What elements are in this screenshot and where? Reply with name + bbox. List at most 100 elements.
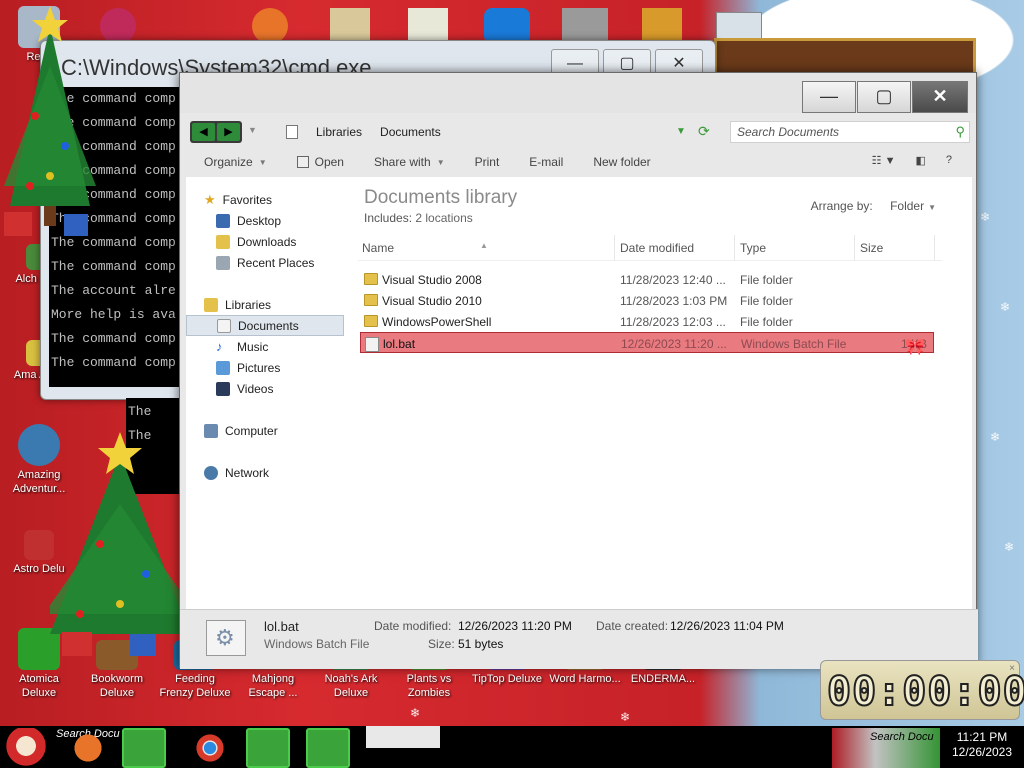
firefox-icon[interactable]	[66, 728, 110, 768]
arrange-by: Arrange by: Folder ▼	[811, 199, 936, 213]
address-dropdown-icon[interactable]: ▼	[676, 126, 686, 137]
close-button[interactable]: ✕	[912, 81, 968, 113]
forward-button[interactable]: ▶	[217, 123, 240, 141]
desktop-icon	[216, 213, 230, 228]
taskbar-clock[interactable]: 11:21 PM 12/26/2023	[944, 730, 1020, 760]
notepad-plus-icon[interactable]	[408, 8, 448, 44]
share-with-button[interactable]: Share with ▼	[374, 155, 445, 169]
new-folder-button[interactable]: New folder	[593, 155, 650, 169]
christmas-tree-decoration	[50, 432, 196, 656]
file-name: lol.bat	[383, 337, 416, 351]
nav-desktop[interactable]: Desktop	[186, 210, 350, 231]
search-icon[interactable]: ⚲	[955, 124, 965, 140]
column-size[interactable]: Size	[860, 241, 883, 255]
file-date: 11/28/2023 12:40 ...	[620, 273, 726, 287]
nav-downloads[interactable]: Downloads	[186, 231, 350, 252]
snowflake: ❄	[990, 430, 1001, 444]
arrange-by-dropdown[interactable]: Folder ▼	[890, 199, 936, 213]
timer-digits: 00:00:00	[826, 668, 1024, 716]
countdown-timer-gadget[interactable]: 00:00:00 ×	[820, 660, 1024, 720]
app-icon[interactable]	[100, 8, 136, 44]
snowflake: ❄	[1000, 300, 1011, 314]
nav-documents[interactable]: Documents	[186, 315, 344, 336]
includes-locations-link[interactable]: 2 locations	[415, 211, 472, 225]
app-icon[interactable]	[330, 8, 370, 44]
downloads-icon	[216, 234, 230, 249]
explorer-icon[interactable]	[122, 728, 166, 768]
app-icon[interactable]	[562, 8, 608, 44]
library-title: Documents library	[364, 187, 518, 208]
nav-label: Documents	[238, 318, 299, 333]
file-row[interactable]: Visual Studio 2008 11/28/2023 12:40 ... …	[360, 269, 934, 290]
start-button[interactable]	[2, 728, 50, 768]
cmd-icon[interactable]	[306, 728, 350, 768]
libraries-icon	[204, 297, 218, 312]
details-file-name: lol.bat	[264, 619, 299, 634]
search-placeholder: Search Documents	[737, 125, 840, 139]
open-icon	[296, 156, 309, 168]
column-name[interactable]: Name	[362, 241, 394, 255]
file-type: File folder	[740, 294, 793, 308]
refresh-icon[interactable]: ⟳	[698, 123, 710, 140]
nav-favorites[interactable]: ★ Favorites	[186, 189, 350, 210]
library-icon	[286, 125, 298, 139]
help-button[interactable]: ?	[946, 154, 952, 167]
folder-icon	[364, 315, 378, 327]
documents-icon	[217, 318, 231, 333]
breadcrumb-documents[interactable]: Documents	[380, 125, 441, 139]
nav-label: Network	[225, 465, 270, 480]
email-button[interactable]: E-mail	[529, 155, 563, 169]
file-row[interactable]: Visual Studio 2010 11/28/2023 1:03 PM Fi…	[360, 290, 934, 311]
explorer-window[interactable]: — ▢ ✕ ◀ ▶ ▼ Libraries Documents ▼ ⟳ Sear…	[179, 72, 978, 669]
nav-music[interactable]: ♪ Music	[186, 336, 350, 357]
nav-buttons: ◀ ▶	[190, 121, 242, 143]
title-bar[interactable]: — ▢ ✕	[180, 73, 976, 113]
recent-pages-dropdown[interactable]: ▼	[248, 125, 257, 135]
nav-videos[interactable]: Videos	[186, 378, 350, 399]
nav-pictures[interactable]: Pictures	[186, 357, 350, 378]
search-input[interactable]: Search Documents ⚲	[730, 121, 970, 143]
open-label: Open	[314, 155, 344, 169]
preview-pane-icon[interactable]: ◧	[915, 154, 925, 167]
file-date: 11/28/2023 1:03 PM	[620, 294, 728, 308]
firefox-icon[interactable]	[252, 8, 288, 44]
arrange-by-label: Arrange by:	[810, 199, 873, 213]
nav-label: Favorites	[222, 192, 273, 207]
gear-icon: ⚙	[215, 625, 235, 650]
tray-search-hint: Search Docu	[870, 731, 934, 743]
back-button[interactable]: ◀	[192, 123, 215, 141]
view-options-icon[interactable]: ☷ ▼	[872, 154, 896, 167]
app-icon[interactable]	[484, 8, 530, 44]
taskbar-blank-tab[interactable]	[366, 726, 440, 748]
navigation-pane[interactable]: ★ Favorites Desktop Downloads Recent Pla…	[186, 177, 350, 609]
breadcrumb-libraries[interactable]: Libraries	[316, 125, 362, 139]
chevron-down-icon: ▼	[258, 157, 267, 167]
nav-libraries[interactable]: Libraries	[186, 294, 350, 315]
app-icon[interactable]	[642, 8, 682, 44]
open-button[interactable]: Open	[296, 155, 344, 169]
tree-icon[interactable]	[246, 728, 290, 768]
nav-network[interactable]: Network	[186, 462, 350, 483]
nav-label: Libraries	[225, 297, 272, 312]
nav-recent-places[interactable]: Recent Places	[186, 252, 350, 273]
cmd-line: The	[128, 404, 152, 419]
file-row[interactable]: WindowsPowerShell 11/28/2023 12:03 ... F…	[360, 311, 934, 332]
minimize-button[interactable]: —	[802, 81, 856, 113]
close-icon[interactable]: ×	[1009, 663, 1015, 674]
chrome-icon[interactable]	[188, 728, 232, 768]
nav-label: Pictures	[237, 360, 281, 375]
maximize-button[interactable]: ▢	[857, 81, 911, 113]
nav-computer[interactable]: Computer	[186, 420, 350, 441]
snowflake: ❄	[1004, 540, 1015, 554]
print-button[interactable]: Print	[475, 155, 500, 169]
column-type[interactable]: Type	[740, 241, 766, 255]
clock-date: 12/26/2023	[951, 745, 1013, 759]
column-date-modified[interactable]: Date modified	[620, 241, 694, 255]
organize-button[interactable]: Organize ▼	[204, 155, 267, 169]
size-value: 51 bytes	[458, 637, 504, 651]
nav-label: Videos	[237, 381, 274, 396]
file-list-pane[interactable]: Documents library Includes: 2 locations …	[354, 177, 972, 609]
breadcrumb[interactable]: Libraries Documents	[286, 121, 786, 143]
file-row-selected[interactable]: lol.bat 12/26/2023 11:20 ... Windows Bat…	[360, 332, 934, 356]
nav-label: Desktop	[237, 213, 282, 228]
